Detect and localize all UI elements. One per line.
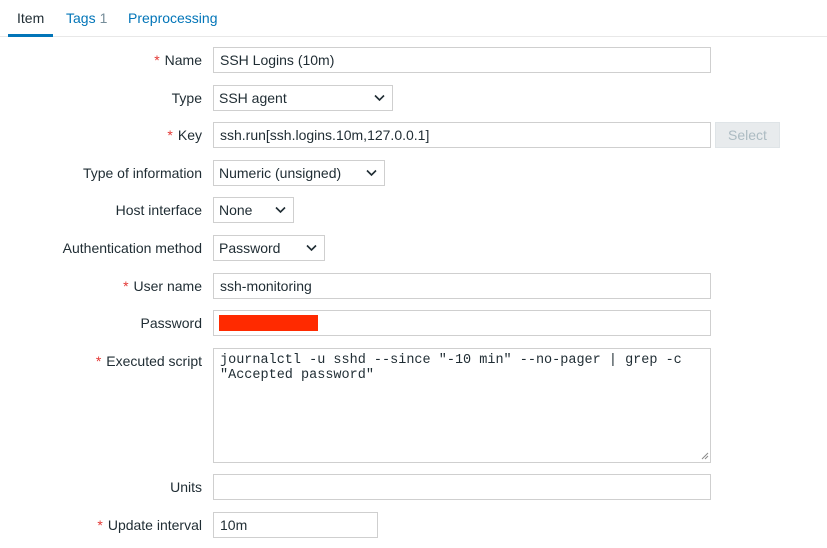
type-of-information-select[interactable]: Numeric (unsigned) xyxy=(213,160,385,186)
executed-script-label: * Executed script xyxy=(96,353,202,369)
user-name-label: * User name xyxy=(123,278,202,294)
key-select-button[interactable]: Select xyxy=(715,122,780,148)
type-label-text: Type xyxy=(171,90,202,106)
form-tabs: Item Tags 1 Preprocessing xyxy=(0,0,827,37)
host-interface-select[interactable]: None xyxy=(213,197,294,223)
chevron-down-icon xyxy=(366,169,377,177)
host-interface-label: Host interface xyxy=(116,202,202,218)
name-label-text: Name xyxy=(164,52,202,68)
update-interval-input[interactable] xyxy=(213,512,378,538)
tab-item-label: Item xyxy=(17,10,45,26)
tab-item[interactable]: Item xyxy=(8,0,54,37)
tab-tags[interactable]: Tags 1 xyxy=(66,0,107,36)
authentication-method-value: Password xyxy=(219,240,281,256)
chevron-down-icon xyxy=(374,94,385,102)
type-of-information-label: Type of information xyxy=(83,165,202,181)
tab-preprocessing-label: Preprocessing xyxy=(128,10,218,26)
resize-handle-icon[interactable] xyxy=(700,451,709,460)
name-input[interactable] xyxy=(213,47,711,73)
host-interface-label-text: Host interface xyxy=(115,202,202,218)
password-label-text: Password xyxy=(140,315,202,331)
user-name-input[interactable] xyxy=(213,273,711,299)
units-label-text: Units xyxy=(170,479,202,495)
tab-preprocessing[interactable]: Preprocessing xyxy=(128,0,218,36)
type-select[interactable]: SSH agent xyxy=(213,85,393,111)
required-marker: * xyxy=(95,353,102,369)
required-marker: * xyxy=(123,278,129,294)
tab-tags-label: Tags xyxy=(66,10,96,26)
password-label: Password xyxy=(141,315,202,331)
name-label: * Name xyxy=(154,52,202,68)
update-interval-label: * Update interval xyxy=(97,517,202,533)
type-label: Type xyxy=(172,90,202,106)
key-input[interactable] xyxy=(213,122,711,148)
required-marker: * xyxy=(167,127,173,143)
update-interval-label-text: Update interval xyxy=(107,517,202,533)
authentication-method-label: Authentication method xyxy=(63,240,202,256)
executed-script-textarea[interactable]: journalctl -u sshd --since "-10 min" --n… xyxy=(213,348,711,463)
chevron-down-icon xyxy=(275,206,286,214)
required-marker: * xyxy=(154,52,160,68)
type-select-value: SSH agent xyxy=(219,90,287,106)
user-name-label-text: User name xyxy=(133,278,202,294)
type-of-information-value: Numeric (unsigned) xyxy=(219,165,342,181)
password-redaction xyxy=(219,315,318,331)
units-input[interactable] xyxy=(213,474,711,500)
host-interface-value: None xyxy=(219,202,253,218)
key-label-text: Key xyxy=(177,127,202,143)
required-marker: * xyxy=(97,517,103,533)
tab-tags-count: 1 xyxy=(99,10,108,26)
units-label: Units xyxy=(170,479,202,495)
chevron-down-icon xyxy=(306,244,317,252)
key-label: * Key xyxy=(167,127,202,143)
authentication-method-select[interactable]: Password xyxy=(213,235,325,261)
authentication-method-label-text: Authentication method xyxy=(62,240,202,256)
type-of-information-label-text: Type of information xyxy=(82,165,202,181)
executed-script-label-text: Executed script xyxy=(106,353,202,369)
